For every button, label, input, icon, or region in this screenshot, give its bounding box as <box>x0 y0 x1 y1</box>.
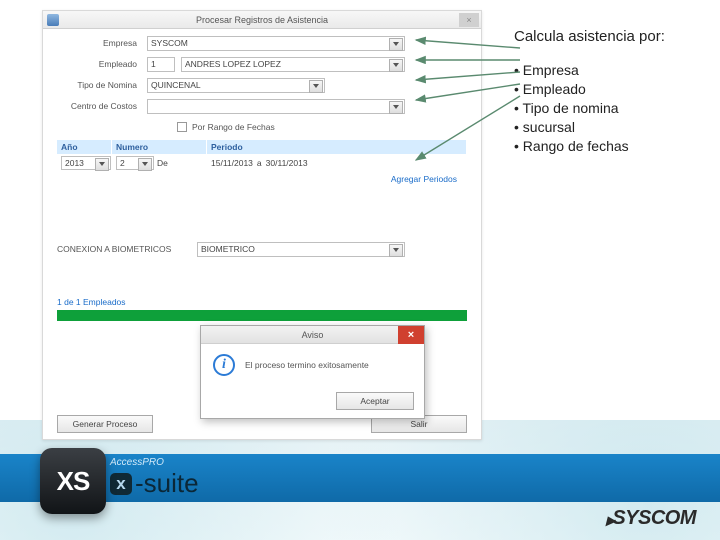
titlebar: Procesar Registros de Asistencia × <box>43 11 481 29</box>
annotation-panel: Calcula asistencia por: Empresa Empleado… <box>514 28 714 155</box>
status-text: 1 de 1 Empleados <box>57 297 467 307</box>
brand-bar: AccessPRO x-suite <box>0 454 720 502</box>
brand-x-icon: x <box>110 473 132 495</box>
form-area: Empresa SYSCOM Empleado 1 ANDRES LOPEZ L… <box>43 29 481 191</box>
list-item: Empleado <box>514 80 714 99</box>
window-close-button[interactable]: × <box>459 13 479 27</box>
tipo-nomina-label: Tipo de Nomina <box>57 80 147 90</box>
list-item: Rango de fechas <box>514 137 714 156</box>
aviso-titlebar: Aviso × <box>201 326 424 344</box>
rango-fechas-checkbox[interactable]: Por Rango de Fechas <box>177 122 467 132</box>
empleado-label: Empleado <box>57 59 147 69</box>
empresa-label: Empresa <box>57 38 147 48</box>
aviso-close-button[interactable]: × <box>398 326 424 344</box>
ano-combo[interactable]: 2013 <box>61 156 111 170</box>
xs-tile-icon: XS <box>40 448 106 514</box>
aviso-title: Aviso <box>201 330 424 340</box>
list-item: Tipo de nomina <box>514 99 714 118</box>
tipo-nomina-combo[interactable]: QUINCENAL <box>147 78 325 93</box>
agregar-periodos-link[interactable]: Agregar Periodos <box>57 171 467 187</box>
aviso-dialog: Aviso × i El proceso termino exitosament… <box>200 325 425 419</box>
chevron-down-icon[interactable] <box>95 158 109 171</box>
chevron-down-icon[interactable] <box>309 80 323 93</box>
annotation-title: Calcula asistencia por: <box>514 28 714 45</box>
arrow-icon: ▸ <box>606 510 615 531</box>
brand-accesspro: AccessPRO <box>110 457 199 468</box>
empleado-id-field[interactable]: 1 <box>147 57 175 72</box>
period-row: 2013 2 De 15/11/2013 a 30/11/2013 <box>57 154 467 171</box>
checkbox-icon[interactable] <box>177 122 187 132</box>
aviso-aceptar-button[interactable]: Aceptar <box>336 392 414 410</box>
list-item: sucursal <box>514 118 714 137</box>
info-icon: i <box>213 354 235 376</box>
chevron-down-icon[interactable] <box>138 158 152 171</box>
centro-costos-combo[interactable] <box>147 99 405 114</box>
brand-xsuite: x-suite <box>110 468 199 499</box>
period-header: Año Numero Periodo <box>57 140 467 154</box>
conn-combo[interactable]: BIOMETRICO <box>197 242 405 257</box>
progress-bar <box>57 310 467 321</box>
annotation-list: Empresa Empleado Tipo de nomina sucursal… <box>514 61 714 155</box>
empresa-value: SYSCOM <box>151 38 188 48</box>
chevron-down-icon[interactable] <box>389 38 403 51</box>
generar-proceso-button[interactable]: Generar Proceso <box>57 415 153 433</box>
window-title: Procesar Registros de Asistencia <box>43 15 481 25</box>
list-item: Empresa <box>514 61 714 80</box>
aviso-message: El proceso termino exitosamente <box>245 360 369 370</box>
syscom-logo: ▸SYSCOM <box>606 507 696 530</box>
chevron-down-icon[interactable] <box>389 59 403 72</box>
chevron-down-icon[interactable] <box>389 244 403 257</box>
empleado-combo[interactable]: ANDRES LOPEZ LOPEZ <box>181 57 405 72</box>
empleado-name: ANDRES LOPEZ LOPEZ <box>185 59 281 69</box>
chevron-down-icon[interactable] <box>389 101 403 114</box>
centro-costos-label: Centro de Costos <box>57 101 147 111</box>
numero-combo[interactable]: 2 <box>116 156 154 170</box>
conn-label: CONEXION A BIOMETRICOS <box>57 244 197 254</box>
empresa-combo[interactable]: SYSCOM <box>147 36 405 51</box>
